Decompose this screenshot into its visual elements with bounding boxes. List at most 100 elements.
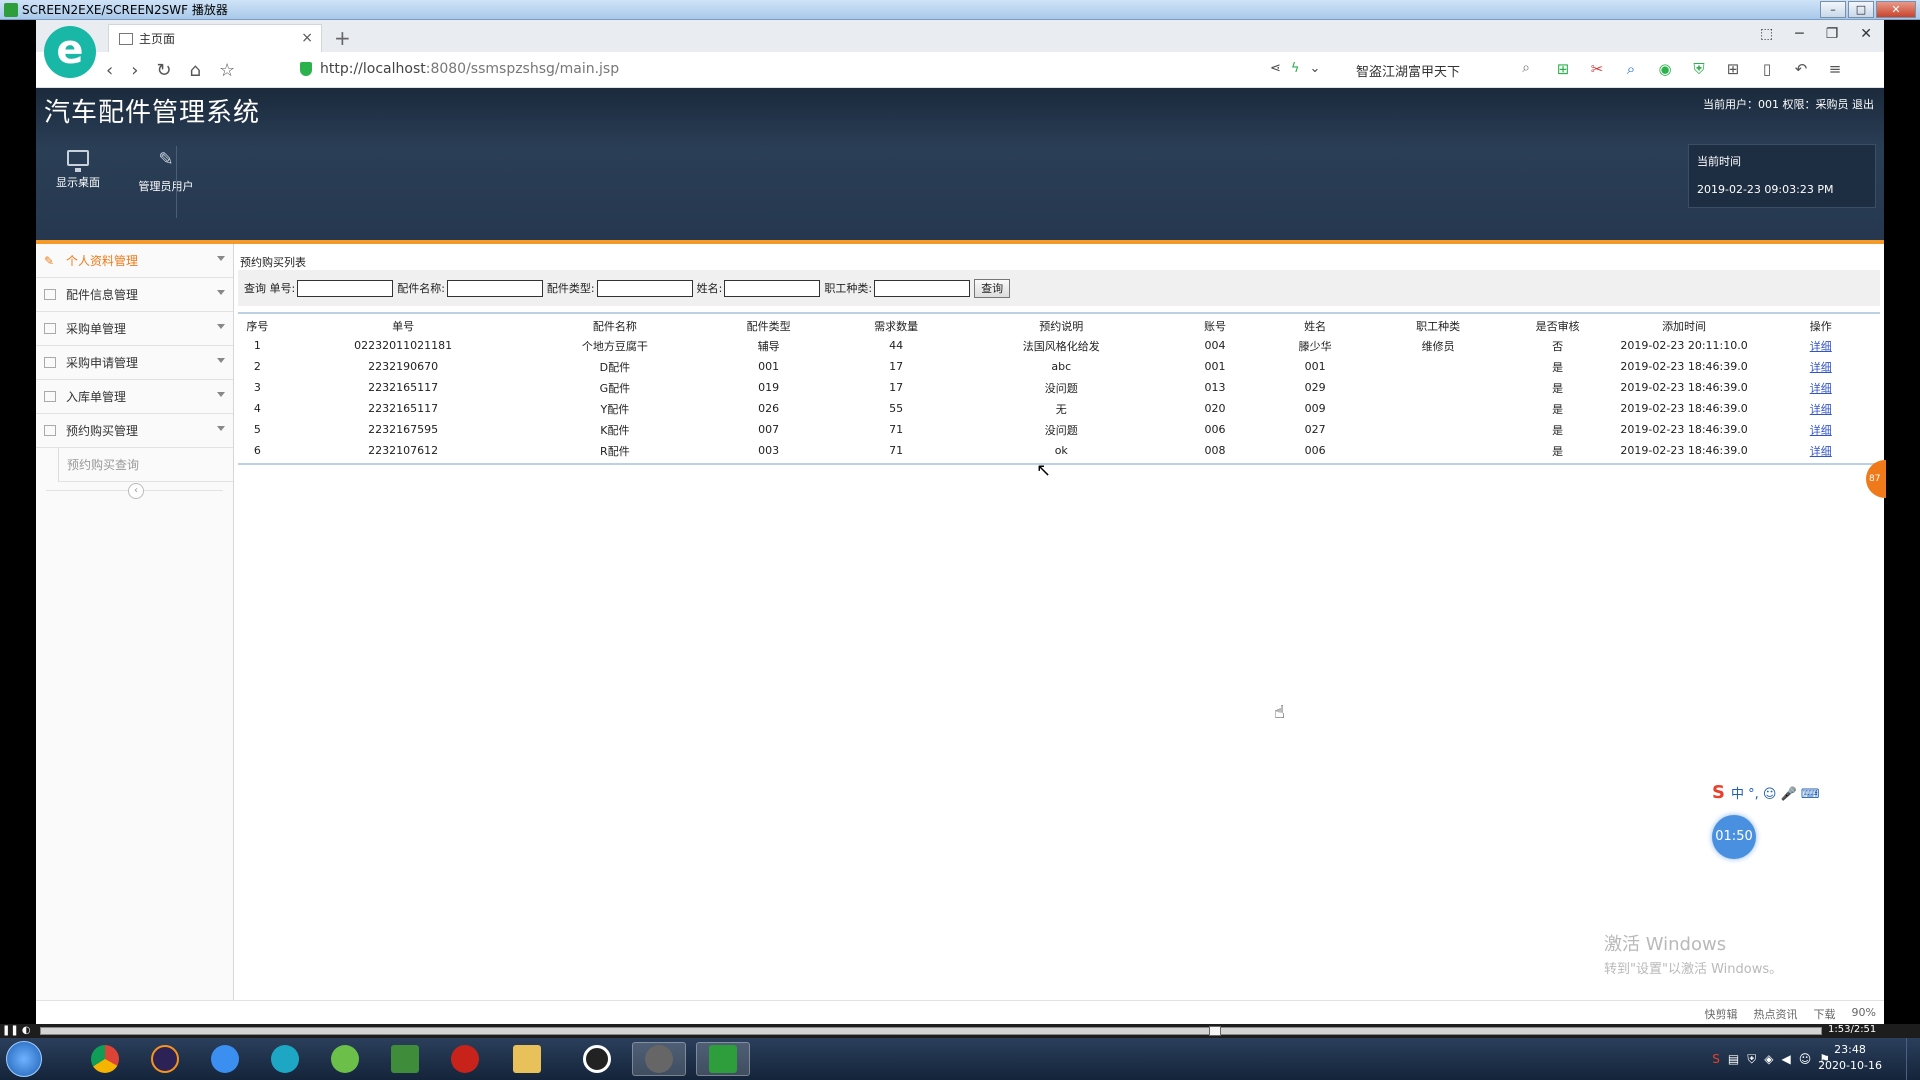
browser-minimize-button[interactable]: ─ (1795, 26, 1803, 42)
zoom-level[interactable]: 90% (1852, 1006, 1876, 1022)
table-cell: 是 (1552, 444, 1564, 458)
share-icon[interactable]: ⋖ (1270, 61, 1281, 76)
part-name-input[interactable] (446, 279, 543, 297)
search-input[interactable]: 智盗江湖富甲天下 ⌕ (1350, 59, 1534, 81)
back-icon[interactable]: ‹ (106, 60, 113, 81)
mouse-pointer-icon: ↖ (1036, 460, 1052, 481)
hot-news-link[interactable]: 热点资讯 (1754, 1006, 1798, 1022)
volume-icon[interactable]: ◀ (1781, 1052, 1790, 1067)
lightning-icon[interactable]: ϟ (1291, 61, 1300, 76)
file-explorer-icon[interactable] (500, 1042, 554, 1076)
edge-browser-icon[interactable] (258, 1042, 312, 1076)
search-icon[interactable]: ⌕ (1522, 60, 1530, 76)
dropdown-icon[interactable]: ⌄ (1309, 61, 1320, 76)
sidebar-item-purchase-request[interactable]: 采购申请管理 (36, 346, 233, 380)
tab-main-page[interactable]: 主页面 × (108, 24, 322, 52)
quick-edit-link[interactable]: 快剪辑 (1705, 1006, 1738, 1022)
ime-toolbar[interactable]: S 中 °, ☺ 🎤 ⌨ (1712, 780, 1884, 804)
browser-restore-button[interactable]: ❐ (1826, 26, 1839, 42)
leaf-app-icon[interactable] (318, 1042, 372, 1076)
table-header-row: 序号 单号 配件名称 配件类型 需求数量 预约说明 账号 姓名 职工种类 是否审… (238, 316, 1880, 335)
table-cell: 2019-02-23 18:46:39.0 (1620, 423, 1748, 436)
job-type-input[interactable] (874, 279, 971, 297)
order-number-input[interactable] (297, 279, 394, 297)
apps-icon[interactable]: ⊞ (1724, 60, 1742, 78)
download-link[interactable]: 下载 (1814, 1006, 1836, 1022)
table-cell (1368, 356, 1509, 377)
undo-icon[interactable]: ↶ (1792, 60, 1810, 78)
scissors-icon[interactable]: ✂ (1588, 60, 1606, 78)
detail-link[interactable]: 详细 (1762, 335, 1881, 356)
tablet-icon[interactable]: ▯ (1758, 60, 1776, 78)
collapse-chevron-icon[interactable]: ‹ (128, 483, 144, 499)
progress-thumb[interactable] (1209, 1026, 1222, 1036)
sidebar-item-purchase-order[interactable]: 采购单管理 (36, 312, 233, 346)
security-tray-icon[interactable]: ⛨ (1747, 1052, 1756, 1067)
eclipse-icon[interactable] (138, 1042, 192, 1076)
network-icon[interactable]: ▤ (1728, 1052, 1739, 1067)
skin-icon[interactable]: ⬚ (1760, 26, 1773, 42)
maximize-button[interactable]: □ (1848, 1, 1874, 18)
forward-icon[interactable]: › (131, 60, 138, 81)
sidebar-item-personal[interactable]: 个人资料管理 (36, 244, 233, 278)
player-title-bar: SCREEN2EXE/SCREEN2SWF 播放器 – □ ✕ (0, 0, 1920, 20)
baidu-netdisk-icon[interactable] (198, 1042, 252, 1076)
user-info[interactable]: 当前用户：001 权限：采购员 退出 (1703, 96, 1874, 112)
url-field[interactable]: http://localhost:8080/ssmspzshsg/main.js… (300, 61, 619, 77)
chevron-down-icon (217, 290, 225, 295)
detail-link[interactable]: 详细 (1762, 419, 1881, 440)
part-type-input[interactable] (596, 279, 693, 297)
table-cell: 02232011021181 (354, 339, 453, 352)
tab-close-icon[interactable]: × (301, 30, 313, 46)
admin-user-button[interactable]: ✎ 管理员用户 (130, 150, 202, 212)
sidebar-item-reservation[interactable]: 预约购买管理 (36, 414, 233, 448)
security-icon[interactable]: ⛨ (1690, 60, 1708, 78)
chart-app-icon[interactable] (378, 1042, 432, 1076)
flash-icon[interactable] (438, 1042, 492, 1076)
translate-icon[interactable]: ⊞ (1554, 60, 1572, 78)
chrome-icon[interactable] (78, 1042, 132, 1076)
table-divider (238, 463, 1880, 465)
detail-link[interactable]: 详细 (1762, 398, 1881, 419)
progress-track[interactable] (40, 1026, 1822, 1036)
screen2exe-player-icon[interactable] (696, 1042, 750, 1076)
close-button[interactable]: ✕ (1876, 1, 1916, 18)
game-icon[interactable]: ◉ (1656, 60, 1674, 78)
security-shield-icon (300, 62, 312, 76)
sidebar-item-parts[interactable]: 配件信息管理 (36, 278, 233, 312)
query-button[interactable]: 查询 (974, 278, 1011, 298)
refresh-icon[interactable]: ↻ (156, 60, 171, 81)
find-icon[interactable]: ⌕ (1622, 60, 1640, 78)
browser-logo-icon[interactable]: e (44, 26, 96, 78)
sidebar-item-stock-in[interactable]: 入库单管理 (36, 380, 233, 414)
avatar-app-icon[interactable] (632, 1042, 686, 1076)
qq-tray-icon[interactable]: ☺ (1799, 1052, 1812, 1067)
player-title: SCREEN2EXE/SCREEN2SWF 播放器 (22, 3, 228, 17)
shield-tray-icon[interactable]: ◈ (1764, 1052, 1773, 1067)
detail-link[interactable]: 详细 (1762, 377, 1881, 398)
timer-bubble[interactable]: 01:50 (1712, 815, 1756, 859)
taskbar-clock[interactable]: 23:48 2020-10-16 (1818, 1042, 1882, 1074)
clock-time: 23:48 (1834, 1043, 1866, 1056)
column-header: 职工种类 (1416, 319, 1461, 333)
browser-close-button[interactable]: ✕ (1860, 26, 1872, 42)
start-button[interactable] (6, 1041, 42, 1077)
home-icon[interactable]: ⌂ (190, 60, 201, 81)
new-tab-button[interactable]: + (334, 26, 351, 50)
chevron-down-icon (217, 256, 225, 261)
qq-icon[interactable] (570, 1042, 624, 1076)
table-cell (1368, 377, 1509, 398)
pause-icon[interactable]: ❚❚ ◐ (2, 1025, 31, 1036)
menu-icon[interactable]: ≡ (1826, 60, 1844, 78)
person-name-input[interactable] (724, 279, 821, 297)
table-cell: 013 (1204, 381, 1226, 394)
detail-link[interactable]: 详细 (1762, 356, 1881, 377)
show-desktop-strip[interactable] (1906, 1038, 1920, 1080)
show-desktop-button[interactable]: 显示桌面 (42, 150, 114, 212)
bookmark-star-icon[interactable]: ☆ (219, 60, 235, 81)
detail-link[interactable]: 详细 (1762, 440, 1881, 461)
sidebar-subitem-reservation-query[interactable]: 预约购买查询 (58, 448, 233, 482)
minimize-button[interactable]: – (1820, 1, 1846, 18)
query-person-label: 姓名: (696, 282, 723, 295)
sogou-tray-icon[interactable]: S (1712, 1052, 1720, 1067)
